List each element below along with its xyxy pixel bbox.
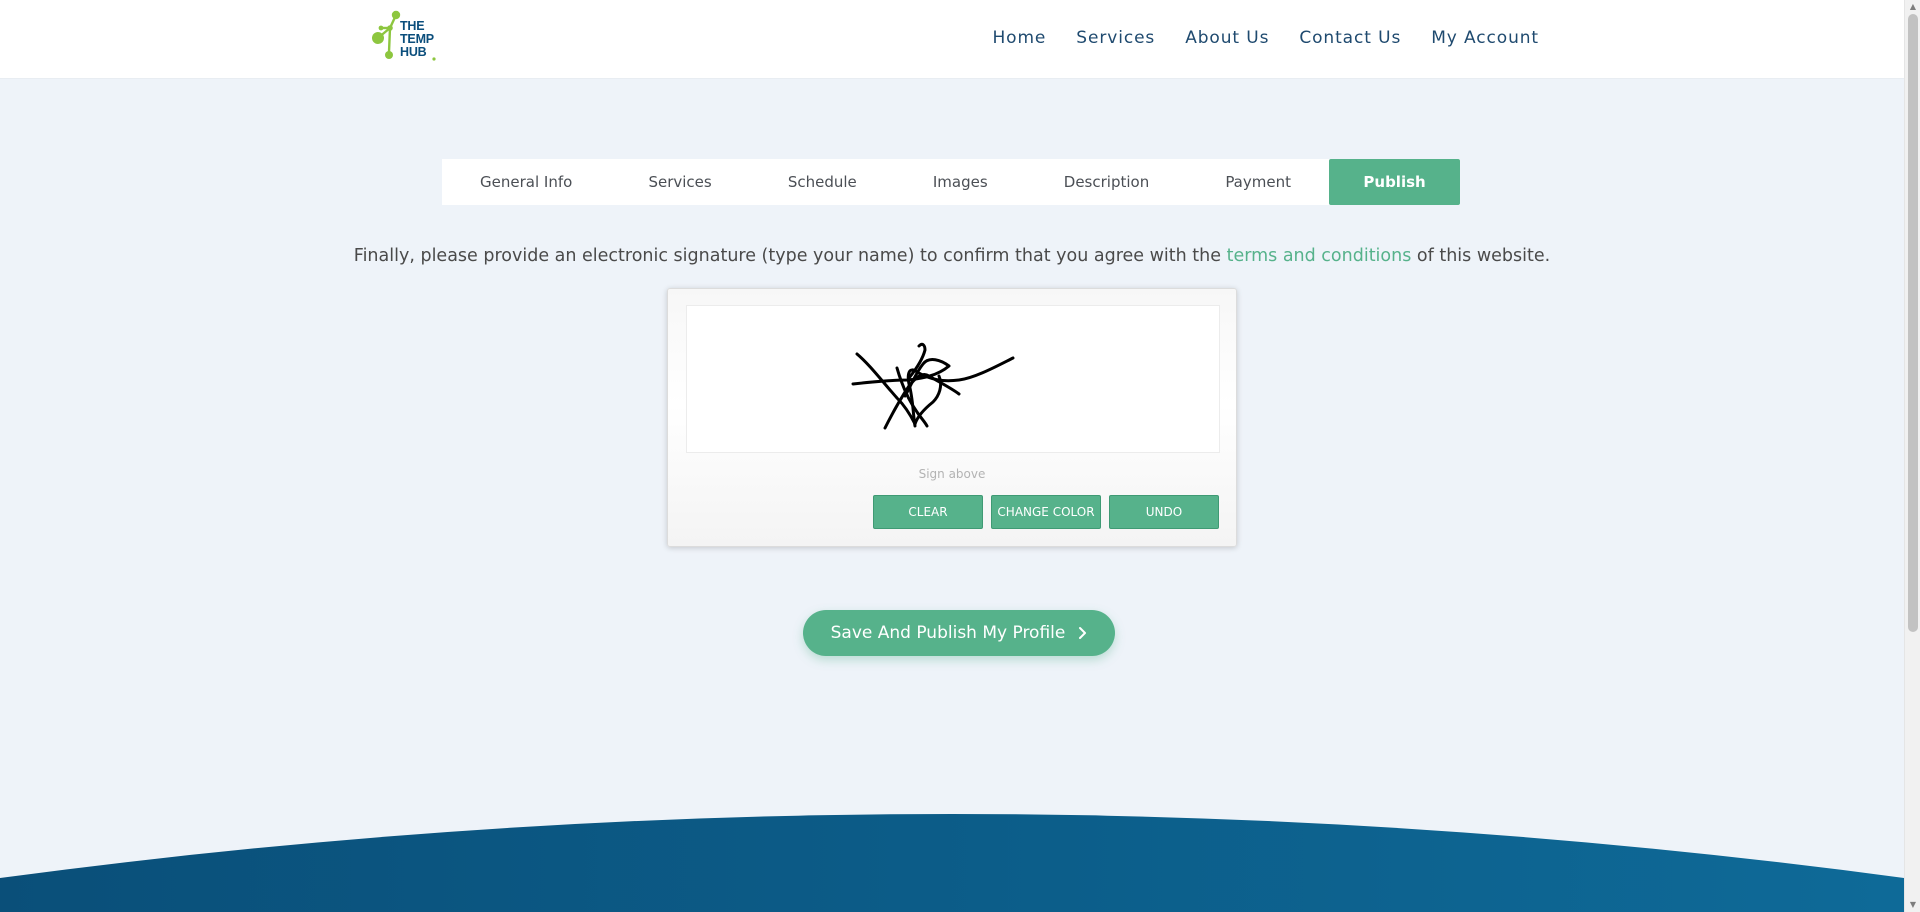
nav-services[interactable]: Services (1076, 28, 1155, 48)
instruction-text-before: Finally, please provide an electronic si… (353, 246, 1227, 266)
nav-home[interactable]: Home (992, 28, 1046, 48)
signature-canvas[interactable] (686, 305, 1220, 453)
tab-payment[interactable]: Payment (1187, 159, 1329, 205)
nav-contact-us[interactable]: Contact Us (1299, 28, 1401, 48)
chevron-right-icon (1079, 627, 1087, 639)
scroll-down-icon[interactable]: ▼ (1905, 898, 1920, 912)
sign-above-hint: Sign above (918, 467, 986, 481)
signature-pad-card: Sign above CLEAR CHANGE COLOR UNDO (667, 288, 1237, 547)
signature-drawing (851, 342, 1015, 430)
tab-images[interactable]: Images (895, 159, 1026, 205)
tab-publish[interactable]: Publish (1329, 159, 1461, 205)
main-nav: Home Services About Us Contact Us My Acc… (992, 28, 1539, 48)
logo-line-3: HUB (400, 45, 427, 59)
save-and-publish-button[interactable]: Save And Publish My Profile (803, 610, 1115, 656)
save-and-publish-label: Save And Publish My Profile (830, 623, 1066, 643)
terms-and-conditions-link[interactable]: terms and conditions (1227, 246, 1412, 266)
change-color-button[interactable]: CHANGE COLOR (991, 495, 1101, 529)
nav-my-account[interactable]: My Account (1431, 28, 1539, 48)
tab-general-info[interactable]: General Info (442, 159, 610, 205)
profile-steps-tabs: General Info Services Schedule Images De… (442, 159, 1461, 205)
clear-button[interactable]: CLEAR (873, 495, 983, 529)
undo-button[interactable]: UNDO (1109, 495, 1219, 529)
instruction-text-after: of this website. (1411, 246, 1551, 266)
scroll-thumb[interactable] (1908, 14, 1918, 632)
tab-schedule[interactable]: Schedule (750, 159, 895, 205)
tab-services[interactable]: Services (610, 159, 749, 205)
signature-instruction: Finally, please provide an electronic si… (0, 246, 1904, 266)
site-logo[interactable]: THE TEMP HUB (370, 6, 442, 66)
site-header: THE TEMP HUB Home Services About Us Cont… (0, 0, 1904, 79)
footer-wave (0, 814, 1904, 912)
tab-description[interactable]: Description (1026, 159, 1188, 205)
logo-text: THE TEMP HUB (400, 20, 434, 59)
page-scrollbar[interactable]: ▲ ▼ (1904, 0, 1920, 912)
scroll-up-icon[interactable]: ▲ (1905, 0, 1920, 14)
nav-about-us[interactable]: About Us (1185, 28, 1269, 48)
signature-buttons: CLEAR CHANGE COLOR UNDO (873, 495, 1219, 529)
